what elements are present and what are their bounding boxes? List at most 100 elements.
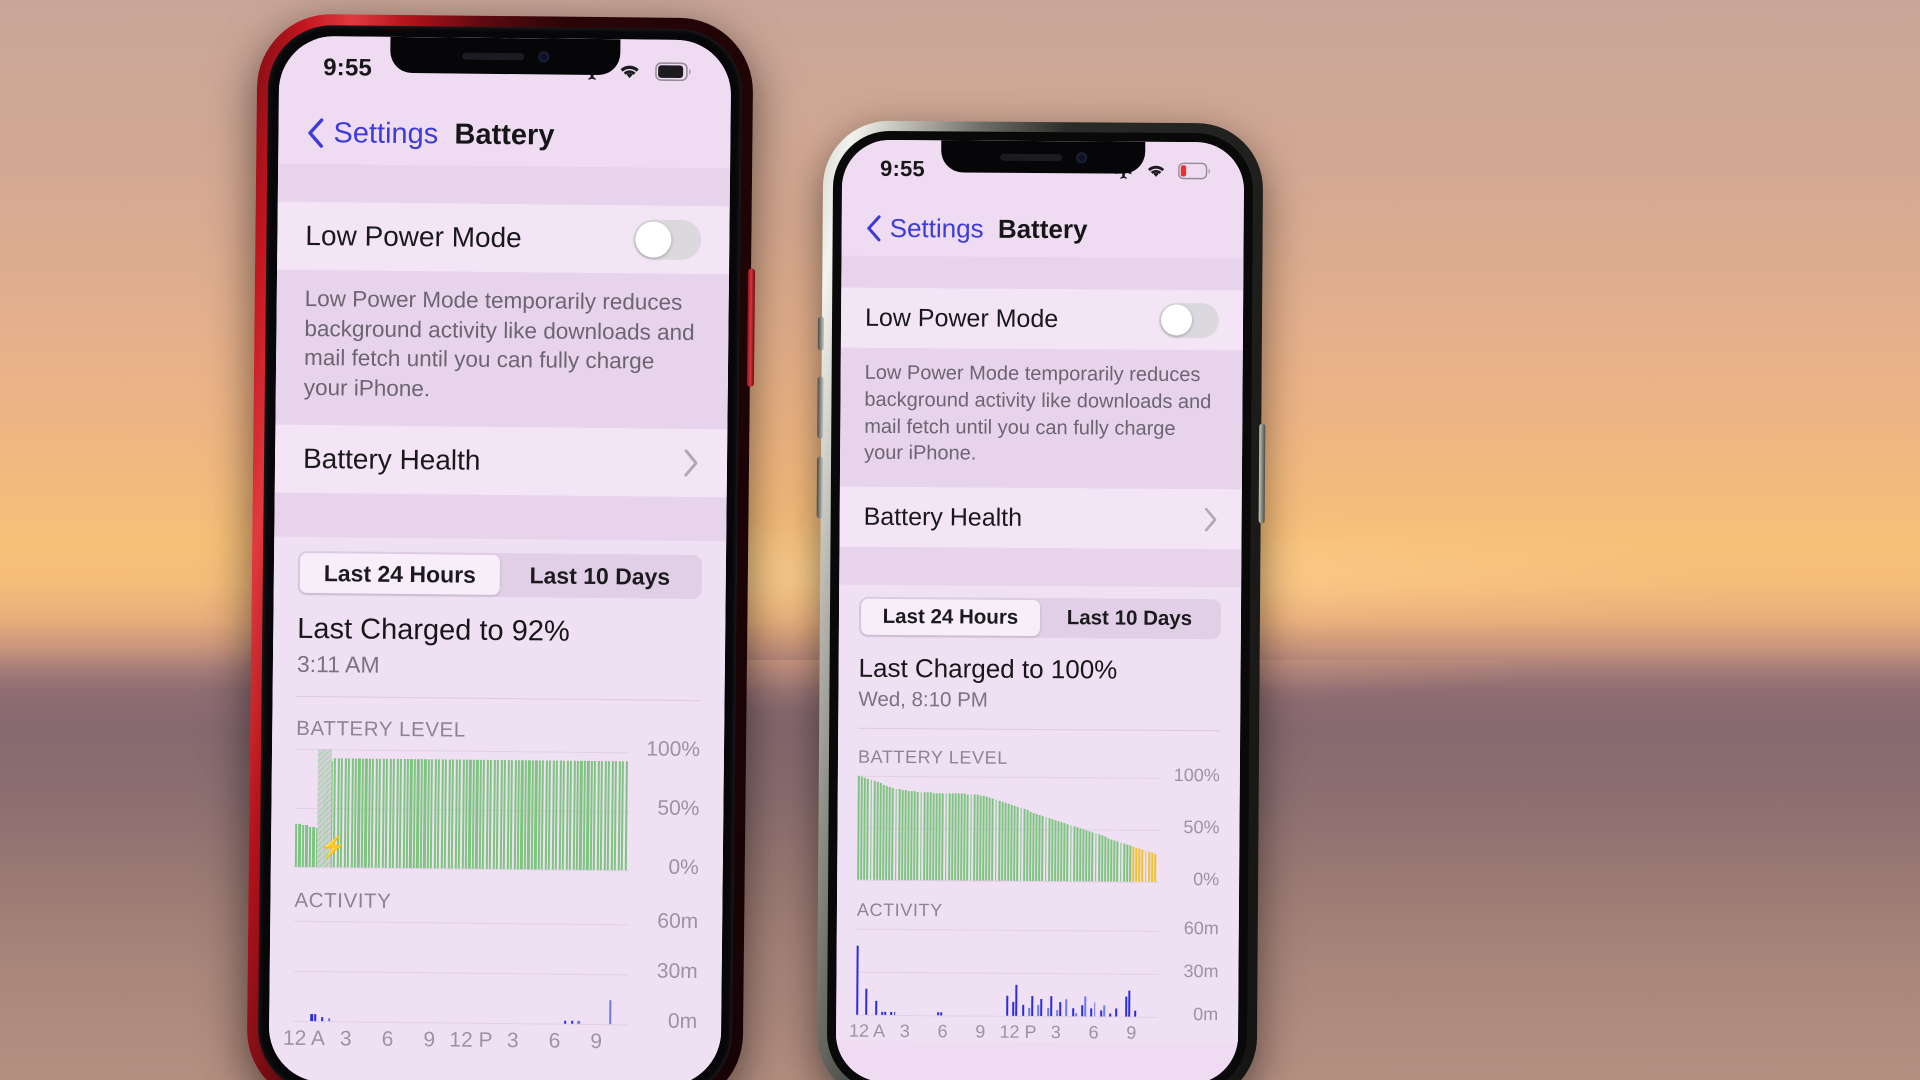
navigation-bar: Settings Battery (841, 202, 1243, 257)
earpiece-speaker (999, 153, 1062, 161)
last-charged-title: Last Charged to 100% (858, 652, 1118, 685)
chart-bar (1088, 831, 1091, 882)
chart-bar (1059, 1002, 1062, 1017)
chart-bar (947, 793, 951, 881)
chart-bar (577, 1020, 580, 1024)
phone-right-side-button[interactable] (1258, 423, 1266, 524)
chart-bar (1000, 801, 1004, 881)
chart-bar (1069, 825, 1072, 882)
charging-bolt-icon: ⚡ (319, 833, 347, 860)
chart-y-tick-label: 60m (1183, 918, 1219, 939)
chart-bar (1115, 1008, 1118, 1017)
chart-bar (872, 781, 876, 881)
chart-bar (913, 790, 916, 881)
chart-bar (1134, 1011, 1137, 1017)
low-power-mode-row[interactable]: Low Power Mode (277, 201, 730, 275)
front-camera (1075, 151, 1087, 163)
chart-bar (1066, 824, 1069, 882)
chart-bar (1124, 996, 1128, 1017)
chart-y-tick-label: 0% (668, 855, 699, 879)
chart-bar (1028, 1007, 1031, 1017)
chart-bar (1071, 1007, 1074, 1017)
time-range-segmented-control[interactable]: Last 24 Hours Last 10 Days (297, 550, 703, 599)
battery-settings-content: Low Power Mode Low Power Mode temporaril… (268, 163, 731, 1080)
chart-bar (1006, 995, 1009, 1016)
chart-bar (937, 1012, 940, 1016)
low-power-mode-row[interactable]: Low Power Mode (840, 287, 1244, 351)
back-to-settings-button[interactable]: Settings (866, 212, 984, 244)
chart-bar (925, 792, 929, 881)
chart-bar (1031, 996, 1034, 1017)
chart-bar (969, 794, 973, 881)
navigation-bar: Settings Battery (278, 104, 731, 167)
status-bar-time: 9:55 (880, 155, 926, 182)
chart-bar (938, 793, 941, 881)
battery-low-icon (1178, 162, 1210, 180)
phone-right-volume-down-button[interactable] (816, 456, 824, 519)
chart-bar (1141, 849, 1144, 882)
chevron-left-icon (867, 214, 881, 241)
segment-last-10-days[interactable]: Last 10 Days (500, 555, 700, 597)
chart-bar (1116, 841, 1119, 882)
battery-health-label: Battery Health (863, 502, 1023, 532)
chart-bar (932, 793, 935, 881)
time-range-segmented-control[interactable]: Last 24 Hours Last 10 Days (858, 596, 1222, 640)
low-power-mode-label: Low Power Mode (864, 303, 1059, 333)
segment-last-24-hours[interactable]: Last 24 Hours (299, 552, 501, 595)
back-to-settings-button[interactable]: Settings (306, 116, 438, 150)
chart-bar (1032, 812, 1035, 882)
chart-bar (1144, 850, 1147, 882)
chart-bar (1100, 835, 1104, 882)
chart-bar (1065, 999, 1068, 1017)
low-power-mode-toggle[interactable] (633, 219, 702, 261)
notch (390, 36, 621, 76)
chart-y-tick-label: 60m (657, 909, 699, 933)
chart-bar (298, 824, 301, 867)
chart-bar (916, 791, 920, 881)
chart-y-tick-label: 30m (656, 959, 698, 983)
chart-bar (1081, 1005, 1084, 1017)
battery-health-row[interactable]: Battery Health (839, 486, 1242, 550)
last-charged-subtitle: Wed, 8:10 PM (858, 687, 988, 712)
chart-bar (1132, 846, 1135, 882)
chart-bar (1046, 1007, 1049, 1017)
chart-bar (1010, 805, 1013, 881)
chart-bar (1016, 807, 1019, 882)
chart-bar (1107, 837, 1110, 882)
phone-right-silent-switch[interactable] (817, 316, 825, 351)
low-power-mode-toggle[interactable] (1158, 302, 1220, 338)
chart-bar (327, 1017, 331, 1021)
back-label: Settings (889, 212, 984, 244)
phone-right-volume-up-button[interactable] (817, 376, 824, 439)
status-bar-time: 9:55 (323, 54, 373, 82)
back-label: Settings (333, 116, 439, 150)
chart-bar (1128, 991, 1131, 1017)
phone-right-silver: 9:55 Settings Battery Low Power Mode Low… (816, 120, 1266, 1080)
chart-bar (884, 1012, 887, 1016)
chart-bar (624, 761, 628, 871)
battery-health-row[interactable]: Battery Health (274, 424, 728, 498)
chart-bar (1125, 844, 1129, 882)
battery-level-chart: 100% 50% 0% (857, 765, 1220, 889)
chart-bar (991, 798, 995, 881)
chart-bar (1103, 836, 1107, 882)
chart-bar (1060, 822, 1063, 882)
chart-bar (994, 799, 998, 881)
phone-left-side-button[interactable] (746, 268, 756, 387)
segment-last-10-days[interactable]: Last 10 Days (1040, 600, 1219, 637)
chart-bar (313, 1014, 317, 1021)
chart-x-tick-label: 9 (590, 1029, 603, 1053)
chart-bar (1022, 809, 1026, 882)
divider (296, 695, 701, 701)
battery-usage-panel: Last 24 Hours Last 10 Days Last Charged … (268, 536, 727, 1080)
chart-bar (312, 826, 315, 867)
chart-bar (919, 791, 923, 881)
low-power-mode-footnote: Low Power Mode temporarily reduces backg… (275, 269, 730, 430)
chart-bar (1053, 819, 1057, 882)
content-gap (841, 255, 1244, 291)
chart-bar (1093, 1002, 1096, 1017)
chart-bar (1056, 1010, 1059, 1017)
segment-last-24-hours[interactable]: Last 24 Hours (860, 598, 1041, 637)
chart-bar (1074, 1013, 1077, 1017)
chart-bar (874, 1000, 877, 1016)
